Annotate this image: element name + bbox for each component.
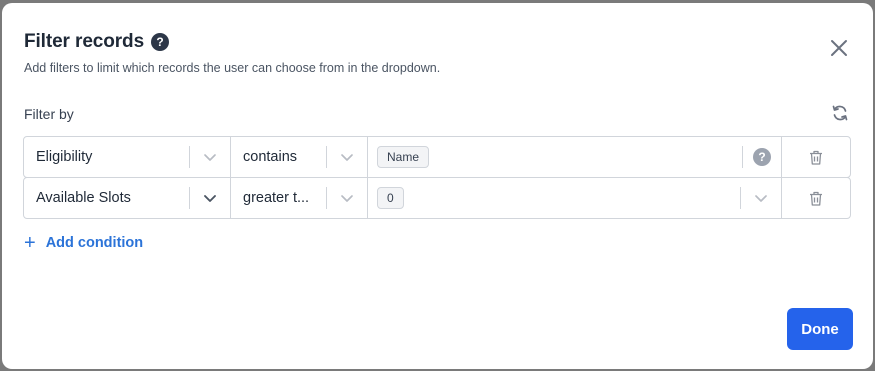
chevron-down-icon[interactable] [190,137,230,177]
field-select[interactable]: Eligibility [23,136,231,178]
trash-icon [810,191,822,206]
value-select[interactable]: 0 [367,177,782,219]
reset-filters-button[interactable] [830,103,850,123]
chevron-down-icon[interactable] [190,178,230,218]
dialog-title: Filter records [24,31,145,52]
done-button[interactable]: Done [787,308,853,350]
chevron-down-icon[interactable] [327,137,367,177]
operator-select-value: greater t... [243,190,310,206]
dialog-subtitle: Add filters to limit which records the u… [24,61,441,75]
chevron-down-icon[interactable] [741,178,781,218]
delete-condition-button[interactable] [781,177,851,219]
field-select-value: Available Slots [36,190,131,206]
value-tag: 0 [377,187,404,209]
filter-by-label: Filter by [24,106,74,122]
delete-condition-button[interactable] [781,136,851,178]
operator-select[interactable]: contains [230,136,368,178]
chevron-down-icon[interactable] [327,178,367,218]
close-button[interactable] [828,37,850,59]
filter-condition-row: Eligibility contains Name ? [23,136,853,178]
trash-icon [810,150,822,165]
value-field[interactable]: Name ? [367,136,782,178]
plus-icon: + [24,232,36,254]
value-tag: Name [377,146,430,168]
field-select[interactable]: Available Slots [23,177,231,219]
operator-select[interactable]: greater t... [230,177,368,219]
operator-select-value: contains [243,149,298,165]
close-icon [831,40,847,56]
add-condition-label: Add condition [45,235,144,251]
dialog-header: Filter records ? [24,31,170,53]
filter-records-dialog: Filter records ? Add filters to limit wh… [2,3,873,369]
add-condition-button[interactable]: + Add condition [24,233,143,253]
field-select-value: Eligibility [36,149,93,165]
question-circle-icon[interactable]: ? [151,33,170,51]
question-circle-icon[interactable]: ? [753,148,771,166]
refresh-icon [832,105,848,121]
divider [742,146,743,168]
filter-condition-row: Available Slots greater t... 0 [23,177,853,219]
